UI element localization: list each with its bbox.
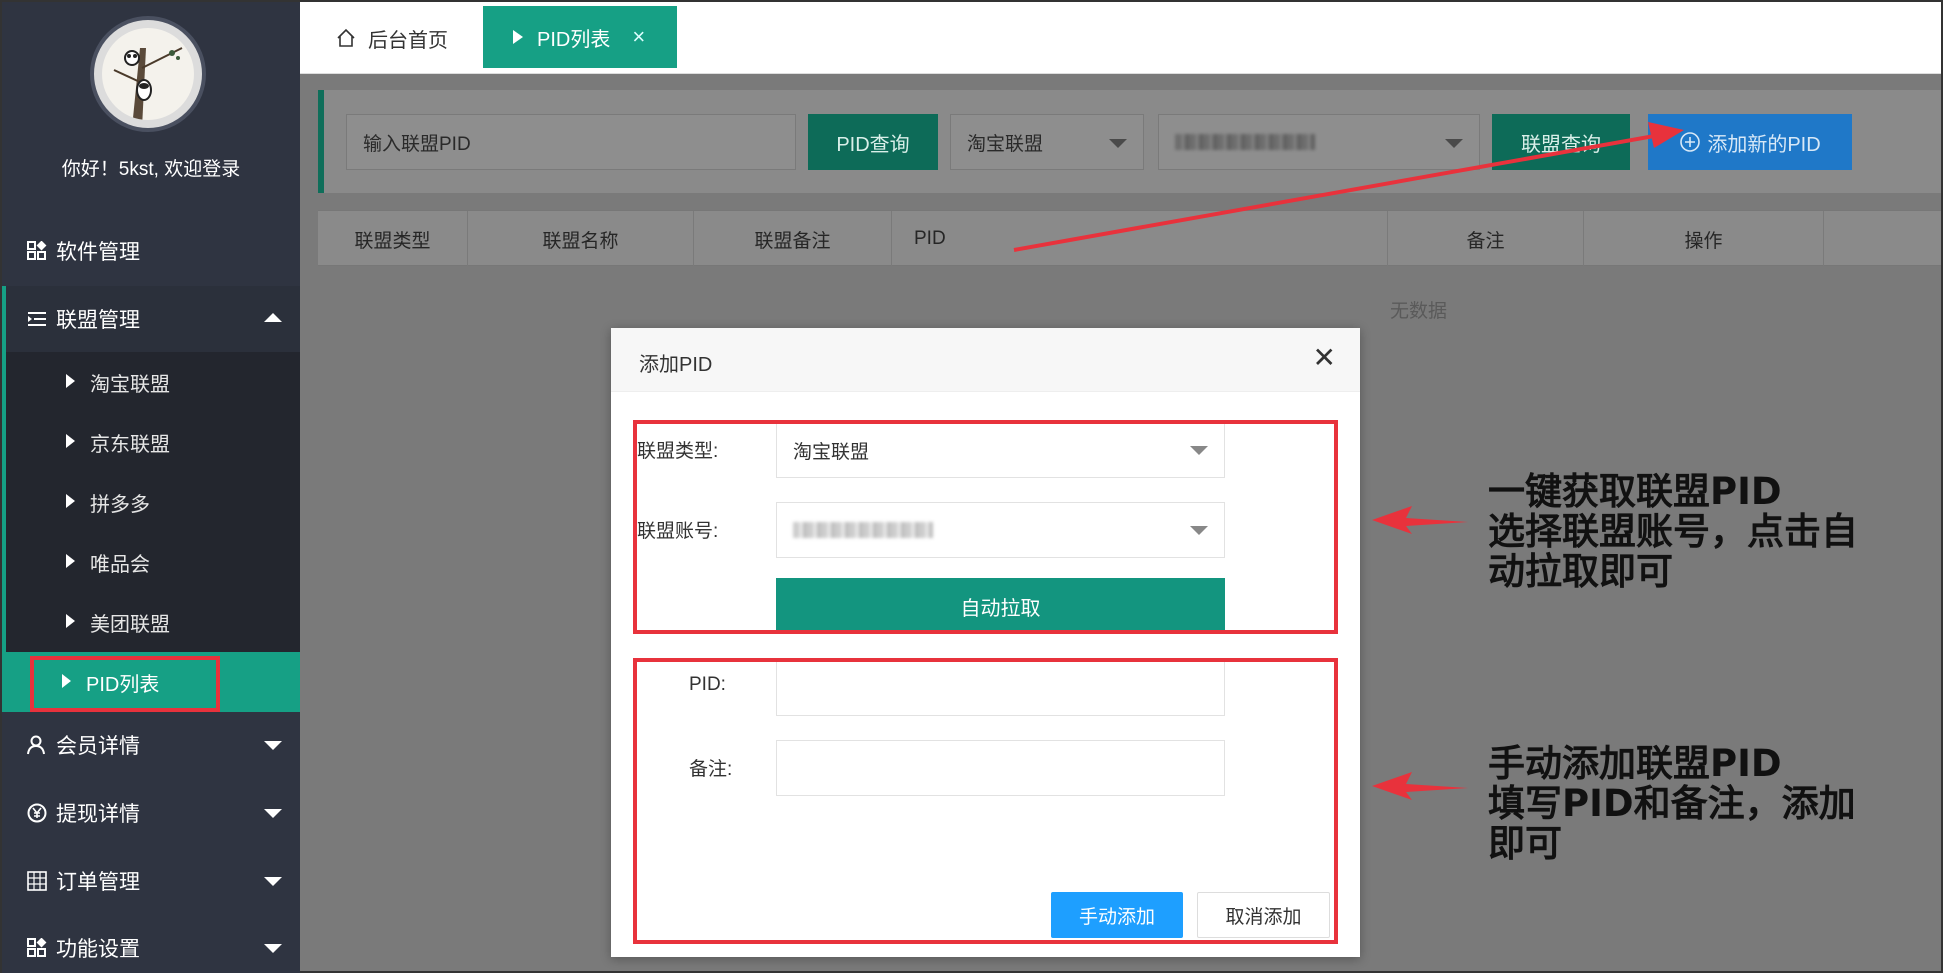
auto-annotation-line: 一键获取联盟PID xyxy=(1488,470,1782,513)
nav-settings-label: 功能设置 xyxy=(56,938,140,961)
nav-member[interactable]: 会员详情 xyxy=(2,712,300,778)
sub-item-pdd[interactable]: 拼多多 xyxy=(6,472,300,532)
auto-annotation-line: 选择联盟账号，点击自 xyxy=(1488,510,1858,553)
sub-item-vip[interactable]: 唯品会 xyxy=(6,532,300,592)
chevron-down-icon xyxy=(264,741,282,750)
add-new-pid-button[interactable]: 添加新的PID xyxy=(1648,114,1852,170)
union-type-select[interactable]: 淘宝联盟 xyxy=(950,114,1144,170)
tab-pid-list-label: PID列表 xyxy=(537,28,611,51)
sub-item-label: 美团联盟 xyxy=(90,613,170,636)
nav-settings[interactable]: 功能设置 xyxy=(2,915,300,973)
union-type-select-value: 淘宝联盟 xyxy=(967,133,1044,155)
close-icon[interactable]: ✕ xyxy=(1313,344,1336,372)
avatar[interactable] xyxy=(90,16,206,132)
auto-annotation: 一键获取联盟PID 选择联盟账号，点击自 动拉取即可 xyxy=(1488,472,1858,592)
sub-item-label: 淘宝联盟 xyxy=(90,373,170,396)
triangle-right-icon xyxy=(66,494,75,508)
union-submenu: 淘宝联盟 京东联盟 拼多多 唯品会 美团联盟 xyxy=(2,352,300,652)
triangle-right-icon xyxy=(66,614,75,628)
auto-annotation-line: 动拉取即可 xyxy=(1488,550,1673,593)
sub-item-taobao[interactable]: 淘宝联盟 xyxy=(6,352,300,412)
tab-bar: 后台首页 PID列表 × xyxy=(300,2,1941,74)
nav-orders-label: 订单管理 xyxy=(56,871,140,894)
close-icon[interactable]: × xyxy=(632,24,645,50)
sub-item-label: 拼多多 xyxy=(90,493,150,516)
grid-icon xyxy=(26,870,48,892)
triangle-right-icon xyxy=(66,374,75,388)
pid-query-button[interactable]: PID查询 xyxy=(808,114,938,170)
sub-item-meituan[interactable]: 美团联盟 xyxy=(6,592,300,652)
empty-table-text: 无数据 xyxy=(1390,301,1448,322)
triangle-right-icon xyxy=(66,554,75,568)
list-icon xyxy=(26,308,48,330)
tab-pid-list[interactable]: PID列表 × xyxy=(483,6,677,68)
auto-section-highlight xyxy=(633,420,1338,634)
nav-withdraw[interactable]: 提现详情 xyxy=(2,780,300,846)
yen-icon xyxy=(26,802,48,824)
col-pid: PID xyxy=(892,211,1388,267)
pid-search-input[interactable]: 输入联盟PID xyxy=(346,114,796,170)
chevron-down-icon xyxy=(264,944,282,953)
chevron-down-icon xyxy=(264,877,282,886)
dialog-header: 添加PID ✕ xyxy=(611,328,1360,392)
tab-home-label: 后台首页 xyxy=(368,29,448,52)
nav-union[interactable]: 联盟管理 xyxy=(2,286,300,352)
home-icon xyxy=(337,28,355,47)
plus-circle-icon xyxy=(1680,132,1701,152)
nav-member-label: 会员详情 xyxy=(56,735,140,758)
apps-icon xyxy=(26,240,48,262)
blurred-account xyxy=(1175,134,1315,150)
sub-item-label: 京东联盟 xyxy=(90,433,170,456)
union-query-button[interactable]: 联盟查询 xyxy=(1492,114,1630,170)
col-actions: 操作 xyxy=(1584,211,1824,267)
col-union-remark: 联盟备注 xyxy=(694,211,892,267)
search-bar: 输入联盟PID PID查询 淘宝联盟 联盟查询 添加新的PID xyxy=(318,90,1941,193)
tab-home[interactable]: 后台首页 xyxy=(336,20,448,56)
chevron-down-icon xyxy=(264,809,282,818)
welcome-text: 你好！5kst, 欢迎登录 xyxy=(61,159,241,180)
highlight-box xyxy=(30,656,220,712)
chevron-down-icon xyxy=(1109,139,1127,148)
table-header: 联盟类型 联盟名称 联盟备注 PID 备注 操作 xyxy=(318,210,1941,267)
manual-annotation-line: 手动添加联盟PID xyxy=(1488,742,1782,785)
nav-withdraw-label: 提现详情 xyxy=(56,803,140,826)
nav-union-label: 联盟管理 xyxy=(56,309,140,332)
col-union-type: 联盟类型 xyxy=(318,211,468,267)
triangle-right-icon xyxy=(513,30,523,44)
nav-orders[interactable]: 订单管理 xyxy=(2,848,300,914)
nav-software[interactable]: 软件管理 xyxy=(2,218,300,284)
chevron-down-icon xyxy=(1445,139,1463,148)
chevron-up-icon xyxy=(264,313,282,322)
col-remark: 备注 xyxy=(1388,211,1584,267)
avatar-image xyxy=(102,28,194,120)
add-new-pid-label: 添加新的PID xyxy=(1707,133,1821,156)
dialog-title: 添加PID xyxy=(639,354,713,376)
sub-item-label: 唯品会 xyxy=(90,553,150,576)
apps-icon xyxy=(26,937,48,959)
user-icon xyxy=(26,734,48,756)
manual-annotation-line: 填写PID和备注，添加 xyxy=(1488,782,1856,825)
nav-software-label: 软件管理 xyxy=(56,241,140,264)
manual-annotation-line: 即可 xyxy=(1488,822,1562,865)
manual-section-highlight xyxy=(633,658,1338,944)
union-account-select[interactable] xyxy=(1158,114,1480,170)
sidebar: 你好！5kst, 欢迎登录 软件管理 联盟管理 淘宝联盟 京东联盟 拼多多 唯品… xyxy=(2,2,300,973)
manual-annotation: 手动添加联盟PID 填写PID和备注，添加 即可 xyxy=(1488,744,1856,864)
add-pid-dialog: 添加PID ✕ 联盟类型: 淘宝联盟 联盟账号: 自动拉取 PID: 备注: 手… xyxy=(611,328,1360,957)
triangle-right-icon xyxy=(66,434,75,448)
sub-item-jd[interactable]: 京东联盟 xyxy=(6,412,300,472)
col-union-name: 联盟名称 xyxy=(468,211,694,267)
